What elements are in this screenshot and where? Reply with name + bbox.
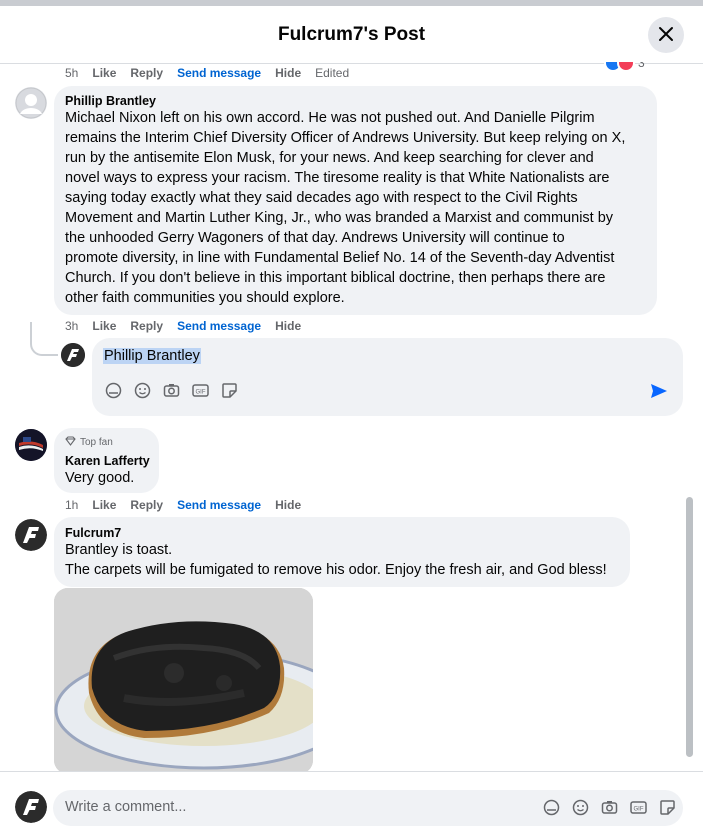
comment-line: Brantley is toast.: [65, 542, 173, 558]
fulcrum7-logo-icon: [61, 343, 85, 367]
comment-photo[interactable]: [54, 588, 313, 774]
post-dialog: Fulcrum7's Post 3 5h Like Reply Send mes…: [0, 0, 703, 835]
comment-placeholder: Write a comment...: [65, 799, 187, 815]
avatar-sticker-icon[interactable]: [543, 799, 560, 816]
gif-icon[interactable]: GIF: [630, 799, 647, 816]
scrollbar-thumb[interactable]: [686, 497, 693, 757]
top-fan-badge: Top fan: [65, 436, 113, 449]
edited-label: Edited: [315, 66, 350, 80]
avatar[interactable]: [15, 791, 47, 823]
comment-toolbar: GIF: [543, 799, 676, 816]
comment-author[interactable]: Fulcrum7: [65, 526, 121, 540]
sticker-icon[interactable]: [221, 382, 238, 399]
comment-line: The carpets will be fumigated to remove …: [65, 562, 607, 578]
comment-line: other faith communities you should explo…: [65, 290, 345, 306]
like-button[interactable]: Like: [92, 66, 116, 80]
sticker-icon[interactable]: [659, 799, 676, 816]
comment-line: Michael Nixon left on his own accord. He…: [65, 110, 595, 126]
comment-text: Brantley is toast. The carpets will be f…: [65, 540, 607, 580]
comment-author[interactable]: Phillip Brantley: [65, 94, 156, 108]
avatar[interactable]: [15, 87, 47, 119]
like-button[interactable]: Like: [92, 319, 116, 333]
reply-thread-line: [30, 322, 58, 356]
comment-time[interactable]: 1h: [65, 498, 78, 512]
comment-text: Michael Nixon left on his own accord. He…: [65, 108, 655, 308]
send-message-button[interactable]: Send message: [177, 66, 261, 80]
camera-icon[interactable]: [601, 799, 618, 816]
comment-actions: 1h Like Reply Send message Hide: [65, 498, 301, 512]
fulcrum7-logo-icon: [15, 519, 47, 551]
reply-toolbar: GIF: [105, 382, 238, 399]
comment-composer: Write a comment... GIF: [0, 771, 703, 835]
reaction-count: 3: [638, 62, 645, 70]
avatar[interactable]: [15, 429, 47, 461]
comment-line: promote diversity, in line with Fundamen…: [65, 250, 615, 266]
comment-actions: 3h Like Reply Send message Hide: [65, 319, 301, 333]
comment-text: Very good.: [65, 470, 135, 486]
comment-time[interactable]: 5h: [65, 66, 78, 80]
diamond-icon: [65, 436, 76, 449]
dialog-title: Fulcrum7's Post: [277, 24, 426, 45]
svg-text:GIF: GIF: [634, 807, 644, 813]
mention-tag: Phillip Brantley: [103, 348, 201, 364]
avatar-sticker-icon[interactable]: [105, 382, 122, 399]
reaction-badge[interactable]: 3: [604, 62, 656, 74]
gif-icon[interactable]: GIF: [192, 382, 209, 399]
burnt-toast-image: [54, 588, 313, 774]
send-icon[interactable]: [650, 383, 668, 404]
hide-button[interactable]: Hide: [275, 66, 301, 80]
like-button[interactable]: Like: [92, 498, 116, 512]
hide-button[interactable]: Hide: [275, 319, 301, 333]
avatar[interactable]: [15, 519, 47, 551]
svg-text:GIF: GIF: [196, 390, 206, 396]
default-avatar-icon: [15, 87, 47, 119]
comment-time[interactable]: 3h: [65, 319, 78, 333]
reply-button[interactable]: Reply: [130, 66, 163, 80]
love-reaction-icon: [617, 62, 635, 72]
comment-author[interactable]: Karen Lafferty: [65, 454, 150, 468]
reply-input[interactable]: Phillip Brantley GIF: [92, 338, 683, 416]
comment-line: novel ways to express your racism. The t…: [65, 170, 610, 186]
avatar[interactable]: [61, 343, 85, 367]
comment-line: run by the antisemite Elon Musk, for you…: [65, 150, 594, 166]
reply-button[interactable]: Reply: [130, 498, 163, 512]
send-message-button[interactable]: Send message: [177, 319, 261, 333]
comment-actions: 5h Like Reply Send message Hide Edited: [65, 66, 349, 80]
comment-line: saying today exactly what they said deca…: [65, 190, 578, 206]
comment-line: remains the Interim Chief Diversity Offi…: [65, 130, 626, 146]
hide-button[interactable]: Hide: [275, 498, 301, 512]
emoji-icon[interactable]: [134, 382, 151, 399]
flag-avatar-icon: [15, 429, 47, 461]
badge-label: Top fan: [80, 437, 113, 448]
comment-bubble: Fulcrum7 Brantley is toast. The carpets …: [54, 517, 630, 587]
camera-icon[interactable]: [163, 382, 180, 399]
comment-bubble: Phillip Brantley Michael Nixon left on h…: [54, 86, 657, 315]
emoji-icon[interactable]: [572, 799, 589, 816]
close-button[interactable]: [648, 17, 684, 53]
send-message-button[interactable]: Send message: [177, 498, 261, 512]
fulcrum7-logo-icon: [15, 791, 47, 823]
comment-line: Movement and Martin Luther King, Jr., wh…: [65, 210, 614, 226]
comment-input[interactable]: Write a comment... GIF: [53, 790, 683, 826]
close-icon: [658, 22, 674, 48]
comment-line: Church. If you don't believe in this imp…: [65, 270, 606, 286]
reply-button[interactable]: Reply: [130, 319, 163, 333]
comment-bubble: Top fan Karen Lafferty Very good.: [54, 428, 159, 493]
dialog-header: Fulcrum7's Post: [0, 6, 703, 64]
comment-line: the unhooded Gerry Wagoners of that day.…: [65, 230, 565, 246]
